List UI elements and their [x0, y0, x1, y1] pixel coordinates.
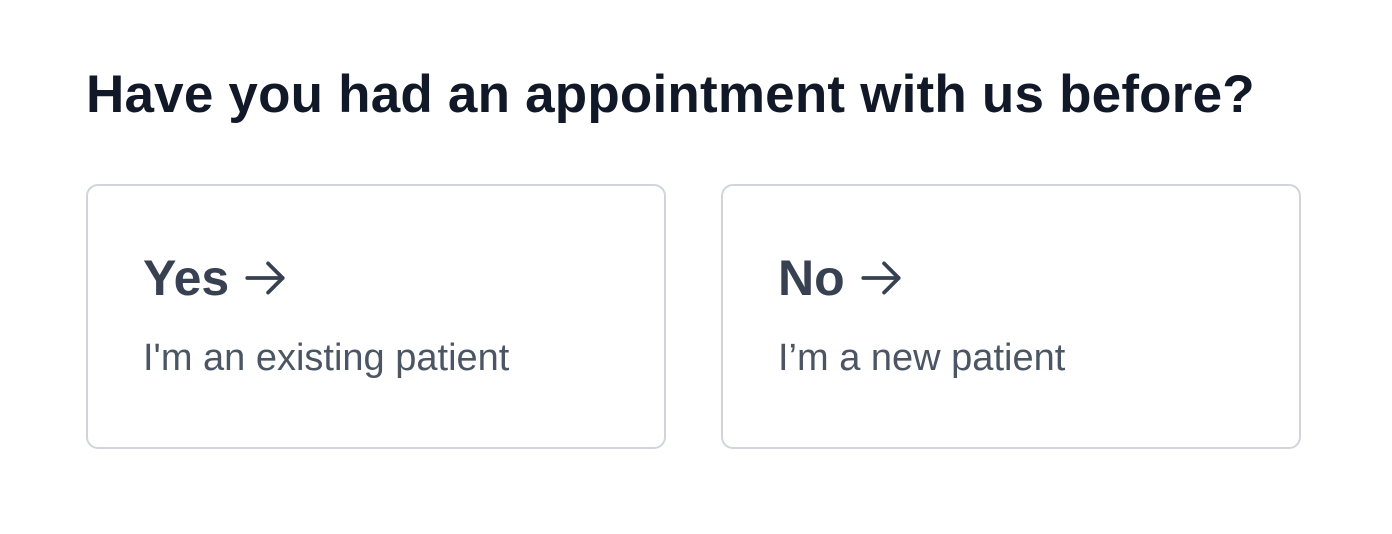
options-container: Yes I'm an existing patient No I’m a new… [86, 184, 1301, 449]
option-yes-label: Yes [143, 250, 230, 306]
option-yes-title-row: Yes [143, 250, 664, 306]
option-yes-card[interactable]: Yes I'm an existing patient [86, 184, 666, 449]
option-no-card[interactable]: No I’m a new patient [721, 184, 1301, 449]
arrow-right-icon [241, 253, 291, 303]
arrow-right-icon [857, 253, 907, 303]
option-no-title-row: No [778, 250, 1299, 306]
appointment-question-page: Have you had an appointment with us befo… [0, 0, 1392, 534]
option-no-description: I’m a new patient [778, 337, 1066, 379]
option-no-label: No [778, 250, 845, 306]
option-yes-description: I'm an existing patient [143, 337, 510, 379]
page-question: Have you had an appointment with us befo… [86, 65, 1255, 124]
